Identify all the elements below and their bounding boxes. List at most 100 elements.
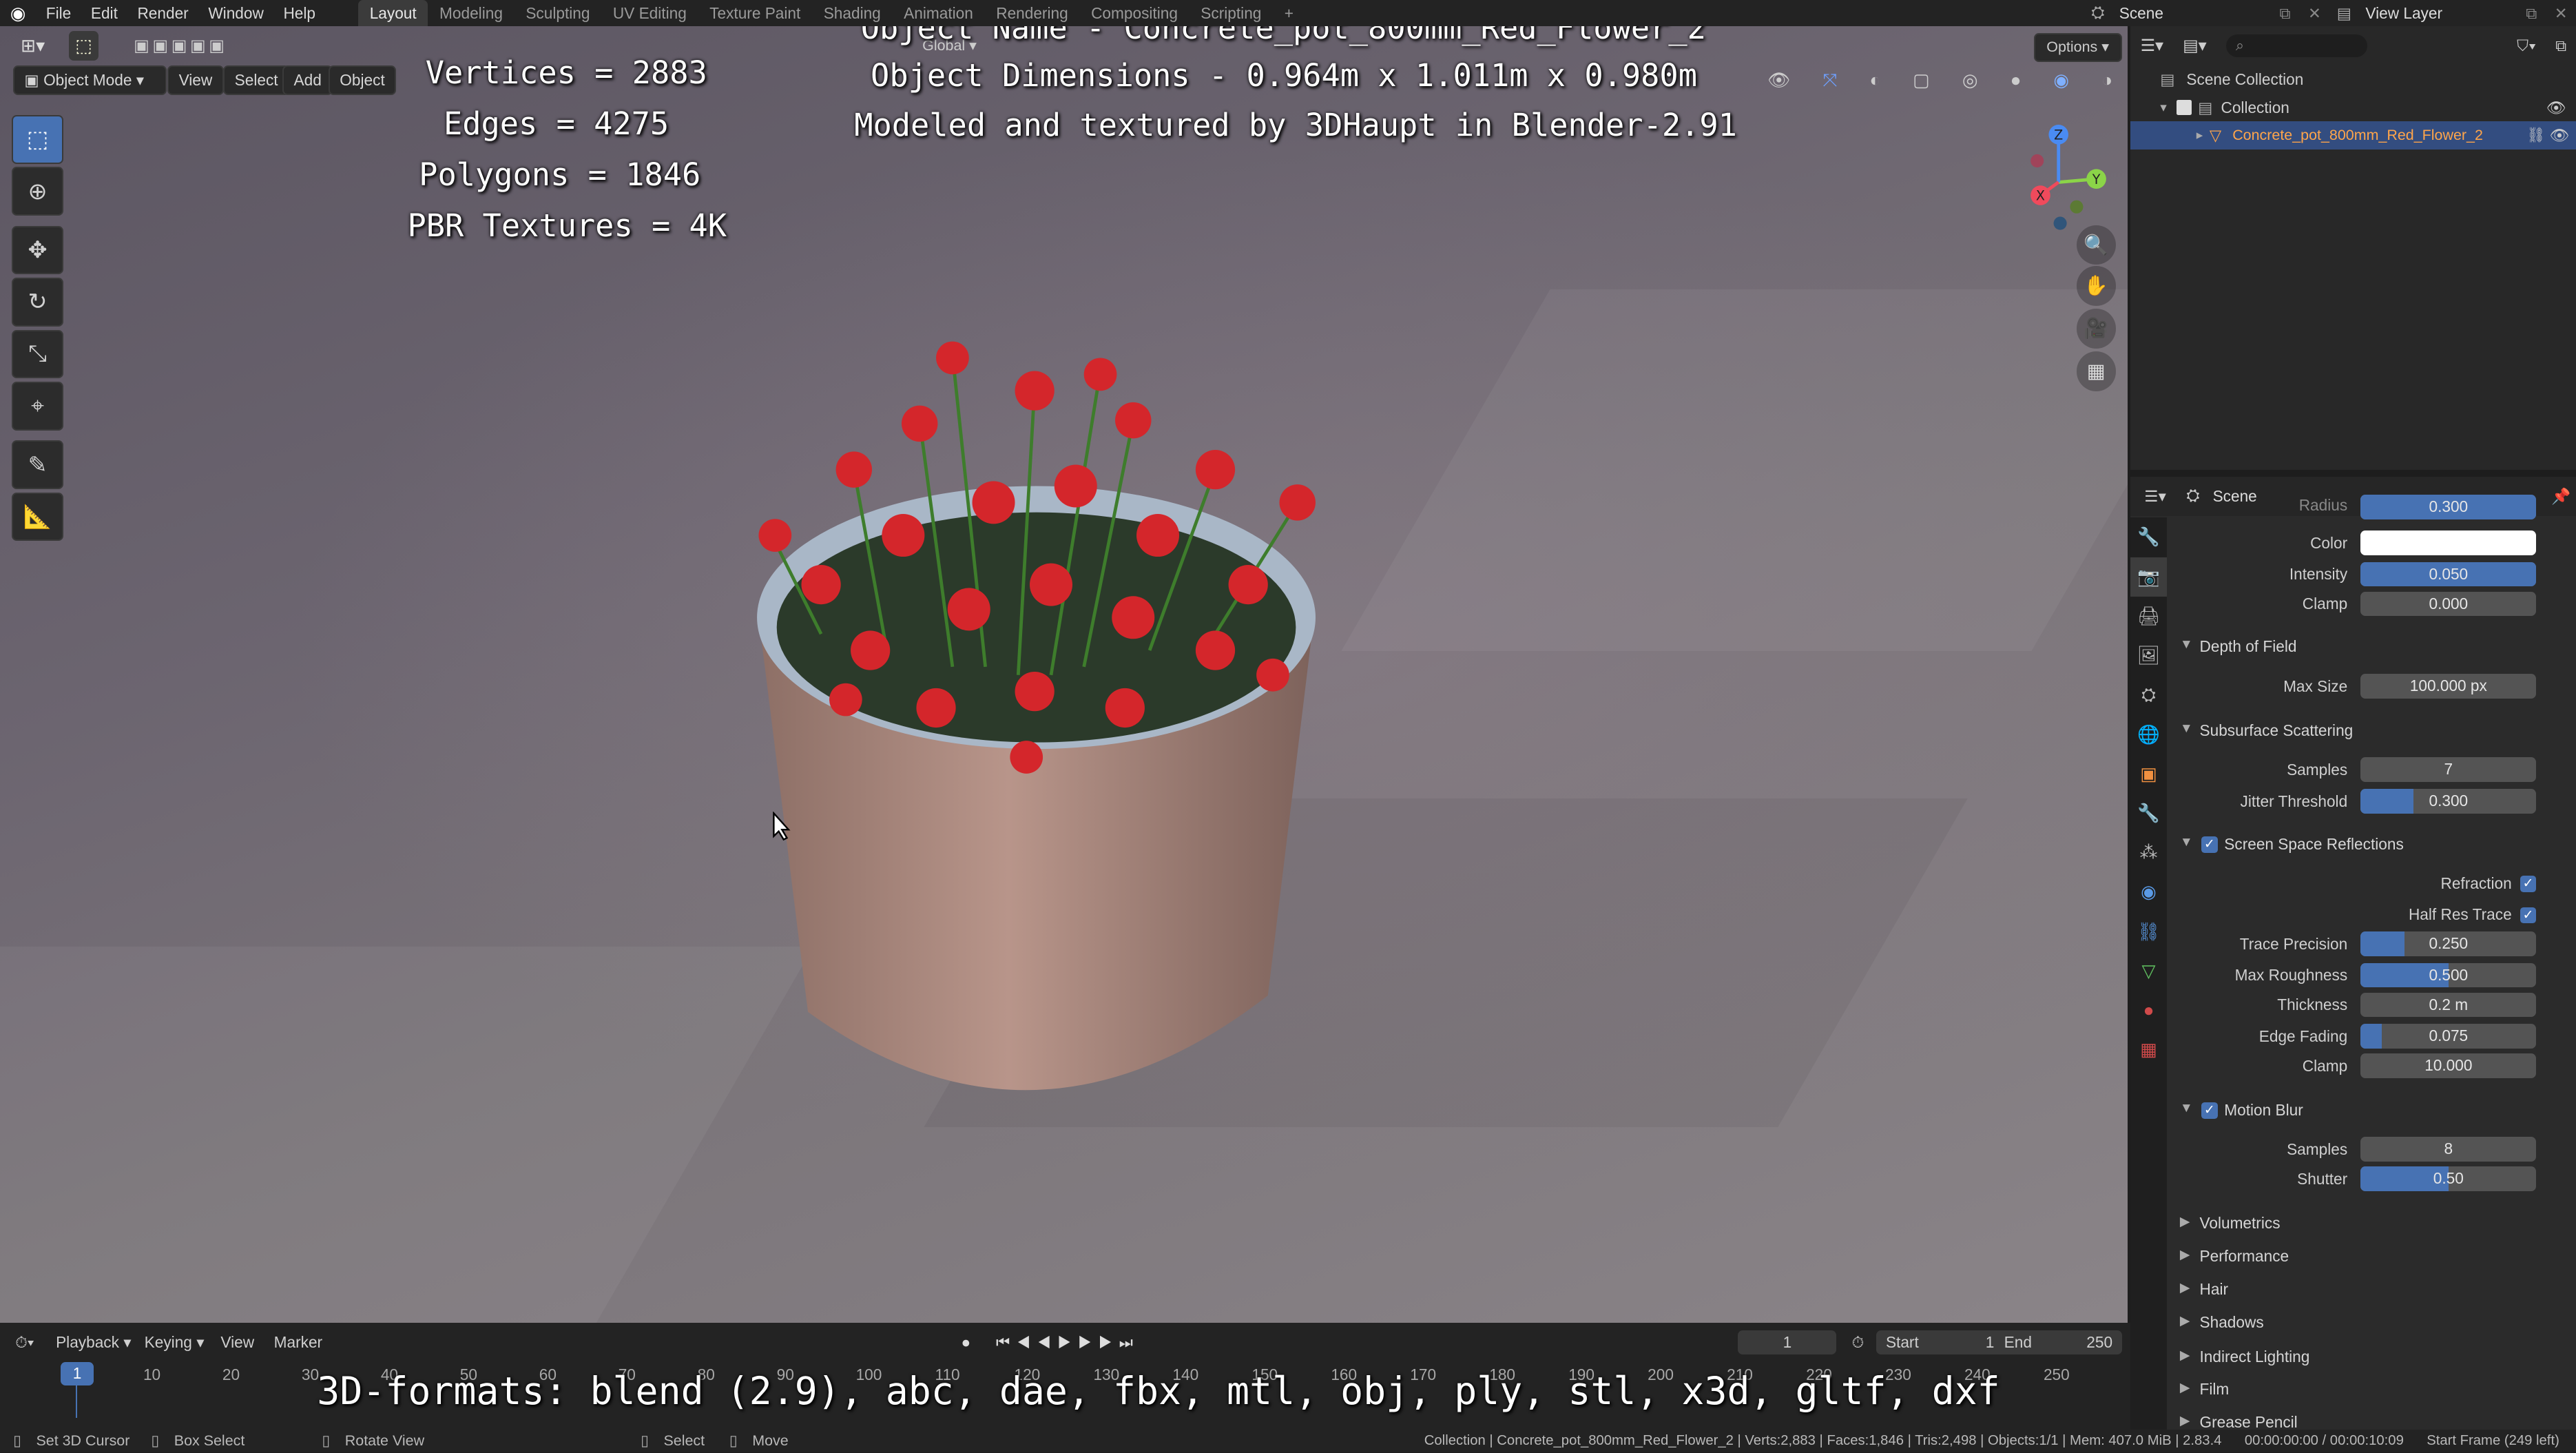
object-mode-dropdown[interactable]: ▣ Object Mode ▾ [13, 65, 167, 95]
max-roughness-field[interactable]: 0.500 [2360, 962, 2537, 988]
panel-hair[interactable]: ▶ Hair [2167, 1273, 2576, 1306]
panel-volumetrics[interactable]: ▶ Volumetrics [2167, 1208, 2576, 1241]
outliner-editor-icon[interactable]: ☰▾ [2130, 36, 2173, 56]
measure-tool-icon[interactable]: 📐 [11, 492, 64, 542]
panel-indirect-lighting[interactable]: ▶ Indirect Lighting [2167, 1341, 2576, 1374]
constraints-tab-icon[interactable]: ⛓ [2130, 912, 2166, 951]
panel-film[interactable]: ▶ Film [2167, 1374, 2576, 1407]
scene-selector[interactable]: Scene [2112, 4, 2270, 23]
panel-screen-space-reflections[interactable]: ▼ ✓ Screen Space Reflections [2167, 828, 2576, 861]
workspace-tab-scripting[interactable]: Scripting [1190, 0, 1273, 26]
move-tool-icon[interactable]: ✥ [11, 225, 64, 275]
expand-icon[interactable]: ▾ [2130, 100, 2167, 116]
modifier-tab-icon[interactable]: 🔧 [2130, 794, 2166, 833]
menu-file[interactable]: File [36, 0, 81, 26]
motion-blur-checkbox[interactable]: ✓ [2201, 1102, 2218, 1120]
menu-render[interactable]: Render [127, 0, 198, 26]
menu-help[interactable]: Help [273, 0, 325, 26]
add-menu[interactable]: Add [282, 65, 333, 95]
workspace-tab-uv-editing[interactable]: UV Editing [601, 0, 698, 26]
editor-type-icon[interactable]: ⊞▾ [13, 33, 52, 59]
modifier-icon[interactable]: ⛓ [2526, 127, 2549, 144]
menu-window[interactable]: Window [198, 0, 273, 26]
delete-scene-icon[interactable]: ✕ [2300, 4, 2329, 23]
outliner-object-row[interactable]: ▸ ▽ Concrete_pot_800mm_Red_Flower_2 ⛓ 👁 [2130, 121, 2576, 150]
radius-field[interactable]: 0.300 [2360, 494, 2537, 519]
delete-view-layer-icon[interactable]: ✕ [2546, 4, 2576, 23]
annotate-tool-icon[interactable]: ✎ [11, 440, 64, 489]
intensity-field[interactable]: 0.050 [2360, 561, 2537, 587]
rotate-tool-icon[interactable]: ↻ [11, 278, 64, 327]
menu-edit[interactable]: Edit [81, 0, 128, 26]
workspace-tab-rendering[interactable]: Rendering [985, 0, 1080, 26]
scene-icon[interactable]: ⛭ [2083, 3, 2112, 23]
gizmo-toggle-icon[interactable]: ⤧ [1822, 70, 1837, 92]
options-dropdown[interactable]: Options ▾ [2033, 32, 2122, 62]
workspace-tab-sculpting[interactable]: Sculpting [515, 0, 602, 26]
particles-tab-icon[interactable]: ⁂ [2130, 833, 2166, 872]
overlay-icon[interactable]: ◐ [1869, 70, 1880, 91]
ssr-clamp-field[interactable]: 10.000 [2360, 1053, 2537, 1078]
trace-precision-field[interactable]: 0.250 [2360, 931, 2537, 957]
outliner-search-icon[interactable]: ⌕ [2225, 34, 2367, 58]
flower-pot-object[interactable] [723, 322, 1413, 1127]
world-tab-icon[interactable]: 🌐 [2130, 714, 2166, 754]
panel-performance[interactable]: ▶ Performance [2167, 1241, 2576, 1274]
color-field[interactable] [2360, 530, 2537, 556]
select-menu[interactable]: Select [223, 65, 289, 95]
3d-viewport[interactable]: ⊞▾ ⬚ ▣▣▣▣▣ Global ▾ Options ▾ ▣ Object M… [0, 26, 2128, 1323]
playhead-indicator[interactable]: 1 [61, 1362, 94, 1385]
view-layer-selector[interactable]: View Layer [2359, 4, 2517, 23]
cursor-tool-icon[interactable]: ⊕ [11, 167, 64, 216]
tool-tab-icon[interactable]: 🔧 [2130, 517, 2166, 557]
visibility-icon[interactable]: 👁 [1767, 70, 1790, 91]
camera-view-icon[interactable]: 🎥 [2076, 309, 2116, 349]
edge-fading-field[interactable]: 0.075 [2360, 1023, 2537, 1049]
workspace-tab-animation[interactable]: Animation [892, 0, 984, 26]
new-view-layer-icon[interactable]: ⧉ [2517, 4, 2546, 23]
workspace-tab-layout[interactable]: Layout [358, 0, 428, 27]
panel-motion-blur[interactable]: ▼ ✓ Motion Blur [2167, 1094, 2576, 1127]
wireframe-shading-icon[interactable]: ◎ [1962, 70, 1978, 91]
eye-icon[interactable]: 👁 [2546, 99, 2576, 117]
object-menu[interactable]: Object [329, 65, 397, 95]
workspace-tab-shading[interactable]: Shading [812, 0, 892, 26]
rendered-shading-icon[interactable]: ◑ [2101, 70, 2112, 91]
material-preview-icon[interactable]: ◉ [2053, 70, 2069, 91]
scene-tab-icon[interactable]: ⛭ [2130, 675, 2166, 714]
clamp-field[interactable]: 0.000 [2360, 591, 2537, 617]
outliner-scene-collection[interactable]: ▤ Scene Collection [2130, 65, 2575, 94]
ssr-enable-checkbox[interactable]: ✓ [2201, 836, 2218, 853]
workspace-tab-texture-paint[interactable]: Texture Paint [698, 0, 812, 26]
panel-grease-pencil[interactable]: ▶ Grease Pencil [2167, 1407, 2576, 1430]
view-layer-tab-icon[interactable]: 🖼 [2130, 636, 2166, 675]
refraction-checkbox[interactable]: ✓ [2520, 876, 2537, 893]
half-res-trace-checkbox[interactable]: ✓ [2520, 907, 2537, 924]
thickness-field[interactable]: 0.2 m [2360, 992, 2537, 1018]
perspective-grid-icon[interactable]: ▦ [2076, 351, 2116, 391]
expand-icon[interactable]: ▸ [2130, 127, 2203, 143]
solid-shading-icon[interactable]: ● [2011, 70, 2022, 91]
view-layer-icon[interactable]: ▤ [2329, 4, 2359, 23]
add-workspace-button[interactable]: + [1273, 0, 1305, 26]
scale-tool-icon[interactable]: ⤡ [11, 329, 64, 379]
navigation-gizmo[interactable]: Y Z X [2004, 125, 2112, 233]
data-tab-icon[interactable]: ▽ [2130, 951, 2166, 991]
blender-logo-icon[interactable]: ◉ [0, 3, 36, 24]
view-menu[interactable]: View [167, 65, 224, 95]
motion-blur-samples-field[interactable]: 8 [2360, 1137, 2537, 1162]
selection-mode-icons[interactable]: ▣▣▣▣▣ [118, 33, 243, 59]
shutter-field[interactable]: 0.50 [2360, 1166, 2537, 1192]
display-mode-icon[interactable]: ▤▾ [2173, 36, 2216, 56]
new-collection-icon[interactable]: ⧉ [2546, 37, 2576, 55]
workspace-tab-modeling[interactable]: Modeling [428, 0, 514, 26]
xray-icon[interactable]: ▢ [1913, 70, 1930, 91]
collection-checkbox[interactable] [2177, 100, 2192, 115]
panel-subsurface-scattering[interactable]: ▼ Subsurface Scattering [2167, 714, 2576, 748]
select-box-tool-icon[interactable]: ⬚ [11, 114, 64, 164]
physics-tab-icon[interactable]: ◉ [2130, 872, 2166, 911]
outliner-collection[interactable]: ▾ ▤ Collection 👁 [2130, 94, 2575, 122]
panel-depth-of-field[interactable]: ▼ Depth of Field [2167, 631, 2576, 664]
workspace-tab-compositing[interactable]: Compositing [1079, 0, 1189, 26]
panel-shadows[interactable]: ▶ Shadows [2167, 1306, 2576, 1339]
